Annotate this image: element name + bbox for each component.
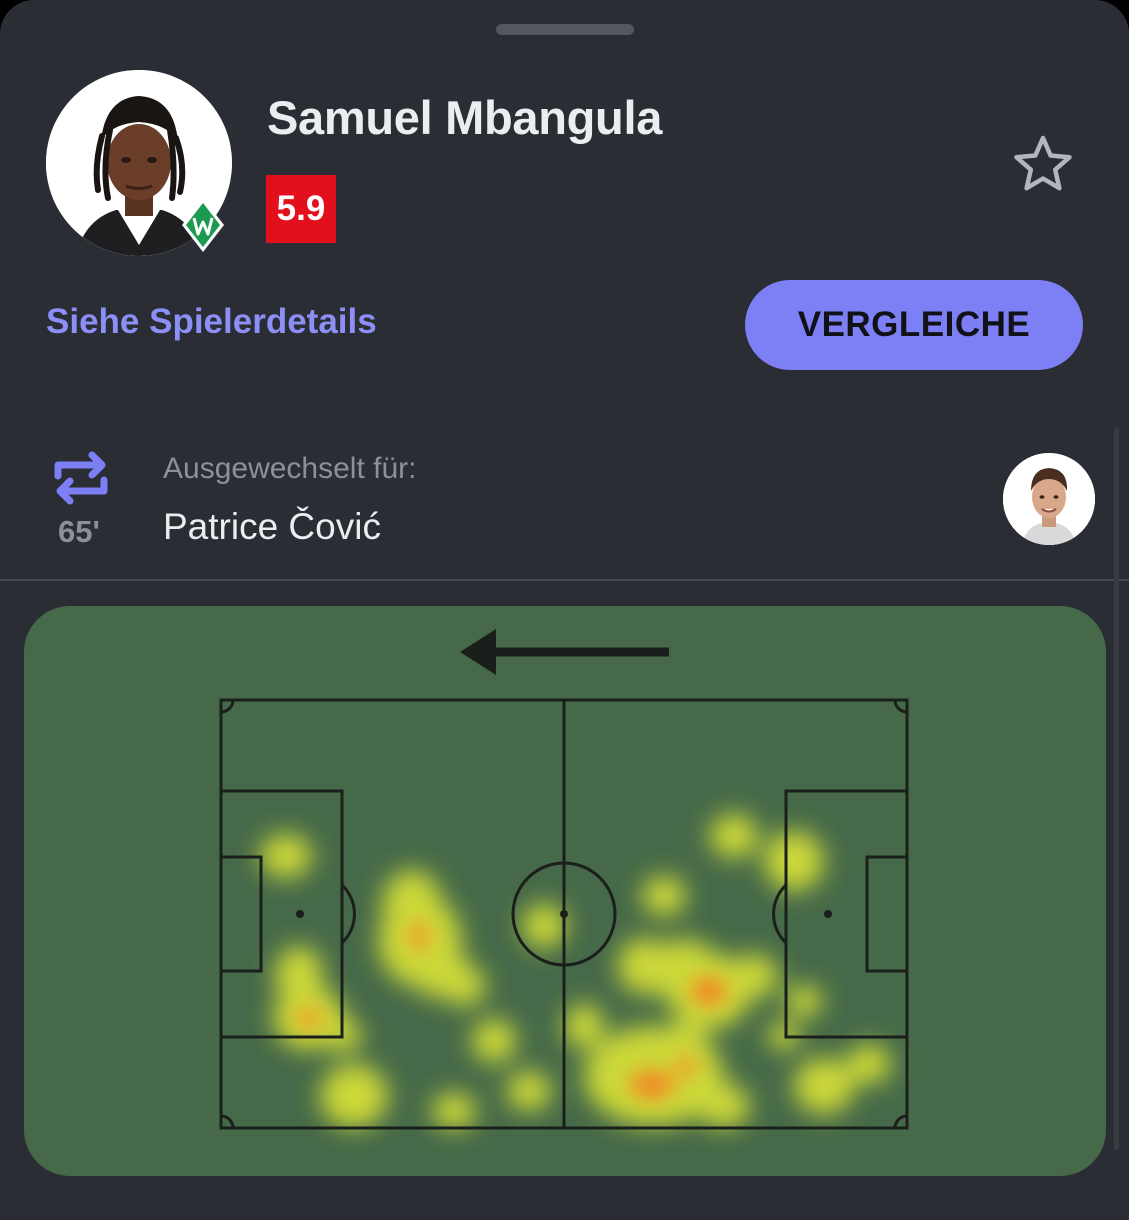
substitute-photo-icon: [1003, 453, 1095, 545]
scrollbar[interactable]: [1114, 428, 1119, 1150]
substitute-player-avatar[interactable]: [1003, 453, 1095, 545]
heatmap-intensity: [260, 814, 891, 1129]
sheet-drag-handle[interactable]: [496, 24, 634, 35]
heatmap-card: [24, 606, 1106, 1176]
attack-direction-arrow-icon: [460, 629, 669, 675]
player-name: Samuel Mbangula: [267, 91, 663, 144]
player-details-link[interactable]: Siehe Spielerdetails: [46, 302, 377, 342]
pitch-spots: [296, 910, 832, 918]
player-rating-badge: 5.9: [266, 175, 336, 243]
section-divider: [0, 579, 1129, 581]
substitution-label: Ausgewechselt für:: [163, 452, 417, 485]
substitute-player-name[interactable]: Patrice Čović: [163, 506, 381, 548]
club-badge-icon: [182, 198, 224, 252]
favorite-star-icon[interactable]: [1012, 134, 1074, 194]
substitution-icon: [54, 451, 108, 505]
heatmap-pitch: [219, 629, 909, 1130]
substitution-minute: 65': [58, 514, 100, 549]
player-sheet: Samuel Mbangula 5.9 Siehe Spielerdetails…: [0, 0, 1129, 1220]
compare-button[interactable]: VERGLEICHE: [745, 280, 1083, 370]
